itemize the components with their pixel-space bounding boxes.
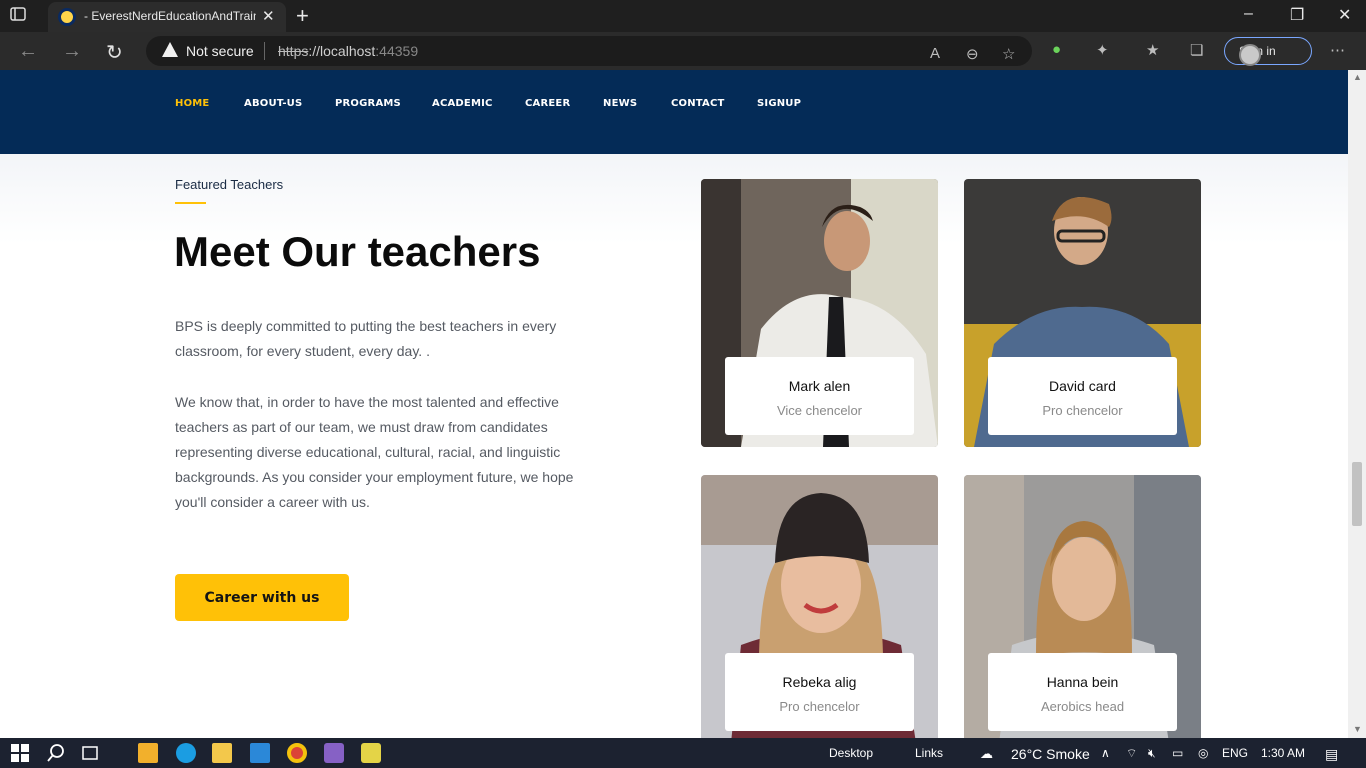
wifi-icon[interactable]: ⌔ [1126, 746, 1137, 761]
teacher-role: Pro chencelor [779, 699, 860, 714]
browser-tab-strip: - EverestNerdEducationAndTraining ✕ + – … [0, 0, 1366, 32]
battery-icon[interactable]: ▭ [1172, 746, 1183, 760]
tab-actions-icon[interactable] [10, 6, 38, 26]
teacher-name: David card [1049, 378, 1116, 394]
nav-news[interactable]: NEWS [603, 98, 637, 109]
desktop-toolbar[interactable]: Desktop [829, 746, 873, 760]
tab-title: - EverestNerdEducationAndTraining [84, 9, 256, 23]
teacher-info: David card Pro chencelor [988, 357, 1177, 435]
more-menu-icon[interactable]: ⋯ [1330, 41, 1345, 59]
url-text[interactable]: https://localhost:44359 [278, 43, 418, 59]
restore-icon[interactable]: ❐ [1290, 5, 1304, 25]
eyebrow-underline [175, 202, 206, 204]
forward-icon[interactable]: → [62, 40, 82, 63]
notifications-icon[interactable]: ▤ [1325, 746, 1338, 763]
intro-paragraph: BPS is deeply committed to putting the b… [175, 318, 557, 359]
teacher-role: Vice chencelor [776, 403, 863, 418]
extension-icon[interactable]: ● [1052, 41, 1061, 58]
browser-tab[interactable]: - EverestNerdEducationAndTraining ✕ [48, 2, 286, 32]
chevron-up-icon[interactable]: ∧ [1101, 746, 1110, 760]
weather-text[interactable]: 26°C Smoke [1011, 746, 1090, 762]
meet-now-icon[interactable]: ◎ [1198, 746, 1208, 760]
collections-icon[interactable]: ❏ [1190, 41, 1203, 59]
back-icon[interactable]: ← [18, 40, 38, 63]
address-bar[interactable]: Not secure https://localhost:44359 A ⊖ ☆ [146, 36, 1032, 66]
teacher-card[interactable]: Hanna bein Aerobics head [964, 475, 1201, 738]
scroll-thumb[interactable] [1352, 462, 1362, 526]
refresh-icon[interactable]: ↻ [106, 40, 123, 65]
sign-in-button[interactable]: Sign in [1224, 37, 1312, 66]
clock[interactable]: 1:30 AM [1261, 746, 1305, 760]
nav-career[interactable]: CAREER [525, 98, 570, 109]
divider [264, 42, 265, 60]
nav-programs[interactable]: PROGRAMS [335, 98, 401, 109]
extensions-puzzle-icon[interactable]: ✦ [1096, 41, 1109, 59]
teacher-role: Pro chencelor [1042, 403, 1123, 418]
teacher-role: Aerobics head [1040, 699, 1125, 714]
warning-icon [162, 42, 178, 57]
site-navbar: HOME ABOUT-US PROGRAMS ACADEMIC CAREER N… [0, 70, 1348, 154]
nav-contact[interactable]: CONTACT [671, 98, 725, 109]
zoom-icon[interactable]: ⊖ [966, 45, 979, 63]
minimize-icon[interactable]: – [1244, 5, 1253, 23]
store-icon[interactable] [138, 743, 158, 763]
new-tab-icon[interactable]: + [296, 3, 309, 29]
taskbar: Desktop Links ☁ 26°C Smoke ∧ ⌔ 🔇︎ ▭ ◎ EN… [0, 738, 1366, 768]
teacher-name: Rebeka alig [782, 674, 857, 690]
nav-academic[interactable]: ACADEMIC [432, 98, 493, 109]
teacher-info: Hanna bein Aerobics head [988, 653, 1177, 731]
not-secure-label[interactable]: Not secure [186, 43, 254, 59]
career-paragraph: We know that, in order to have the most … [175, 394, 574, 510]
teachers-section: Featured Teachers Meet Our teachers BPS … [0, 154, 1348, 738]
browser-toolbar: ← → ↻ Not secure https://localhost:44359… [0, 32, 1366, 70]
teacher-info: Mark alen Vice chencelor [725, 357, 914, 435]
task-view-icon[interactable] [80, 743, 100, 763]
windows-start-icon[interactable] [10, 743, 30, 763]
app-icon[interactable] [361, 743, 381, 763]
career-button[interactable]: Career with us [175, 574, 349, 621]
read-aloud-icon[interactable]: A [930, 45, 940, 62]
nav-signup[interactable]: SIGNUP [757, 98, 801, 109]
search-icon[interactable] [46, 743, 66, 763]
favorites-icon[interactable]: ★ [1146, 41, 1159, 59]
teacher-card[interactable]: David card Pro chencelor [964, 179, 1201, 447]
language-indicator[interactable]: ENG [1222, 746, 1248, 760]
teacher-card[interactable]: Mark alen Vice chencelor [701, 179, 938, 447]
file-explorer-icon[interactable] [212, 743, 232, 763]
teacher-info: Rebeka alig Pro chencelor [725, 653, 914, 731]
weather-icon[interactable]: ☁ [980, 746, 993, 762]
close-window-icon[interactable]: ✕ [1338, 5, 1351, 25]
mail-icon[interactable] [250, 743, 270, 763]
nav-about-us[interactable]: ABOUT-US [244, 98, 302, 109]
avatar [1239, 44, 1261, 66]
page-viewport: HOME ABOUT-US PROGRAMS ACADEMIC CAREER N… [0, 70, 1348, 738]
section-eyebrow: Featured Teachers [175, 177, 284, 192]
volume-icon[interactable]: 🔇︎ [1148, 746, 1156, 761]
add-favorite-icon[interactable]: ☆ [1002, 45, 1015, 63]
nav-home[interactable]: HOME [175, 98, 209, 109]
visual-studio-icon[interactable] [324, 743, 344, 763]
edge-icon[interactable] [176, 743, 196, 763]
scroll-down-icon[interactable]: ▼ [1353, 724, 1362, 734]
chrome-icon[interactable] [287, 743, 307, 763]
section-heading: Meet Our teachers [174, 228, 541, 275]
scroll-up-icon[interactable]: ▲ [1353, 72, 1362, 82]
close-tab-icon[interactable]: ✕ [262, 7, 275, 25]
site-logo-icon [58, 8, 76, 26]
page-scrollbar[interactable]: ▲ ▼ [1348, 70, 1366, 738]
teacher-name: Mark alen [788, 378, 851, 394]
links-toolbar[interactable]: Links [915, 746, 943, 760]
teacher-name: Hanna bein [1046, 674, 1119, 690]
teacher-card[interactable]: Rebeka alig Pro chencelor [701, 475, 938, 738]
